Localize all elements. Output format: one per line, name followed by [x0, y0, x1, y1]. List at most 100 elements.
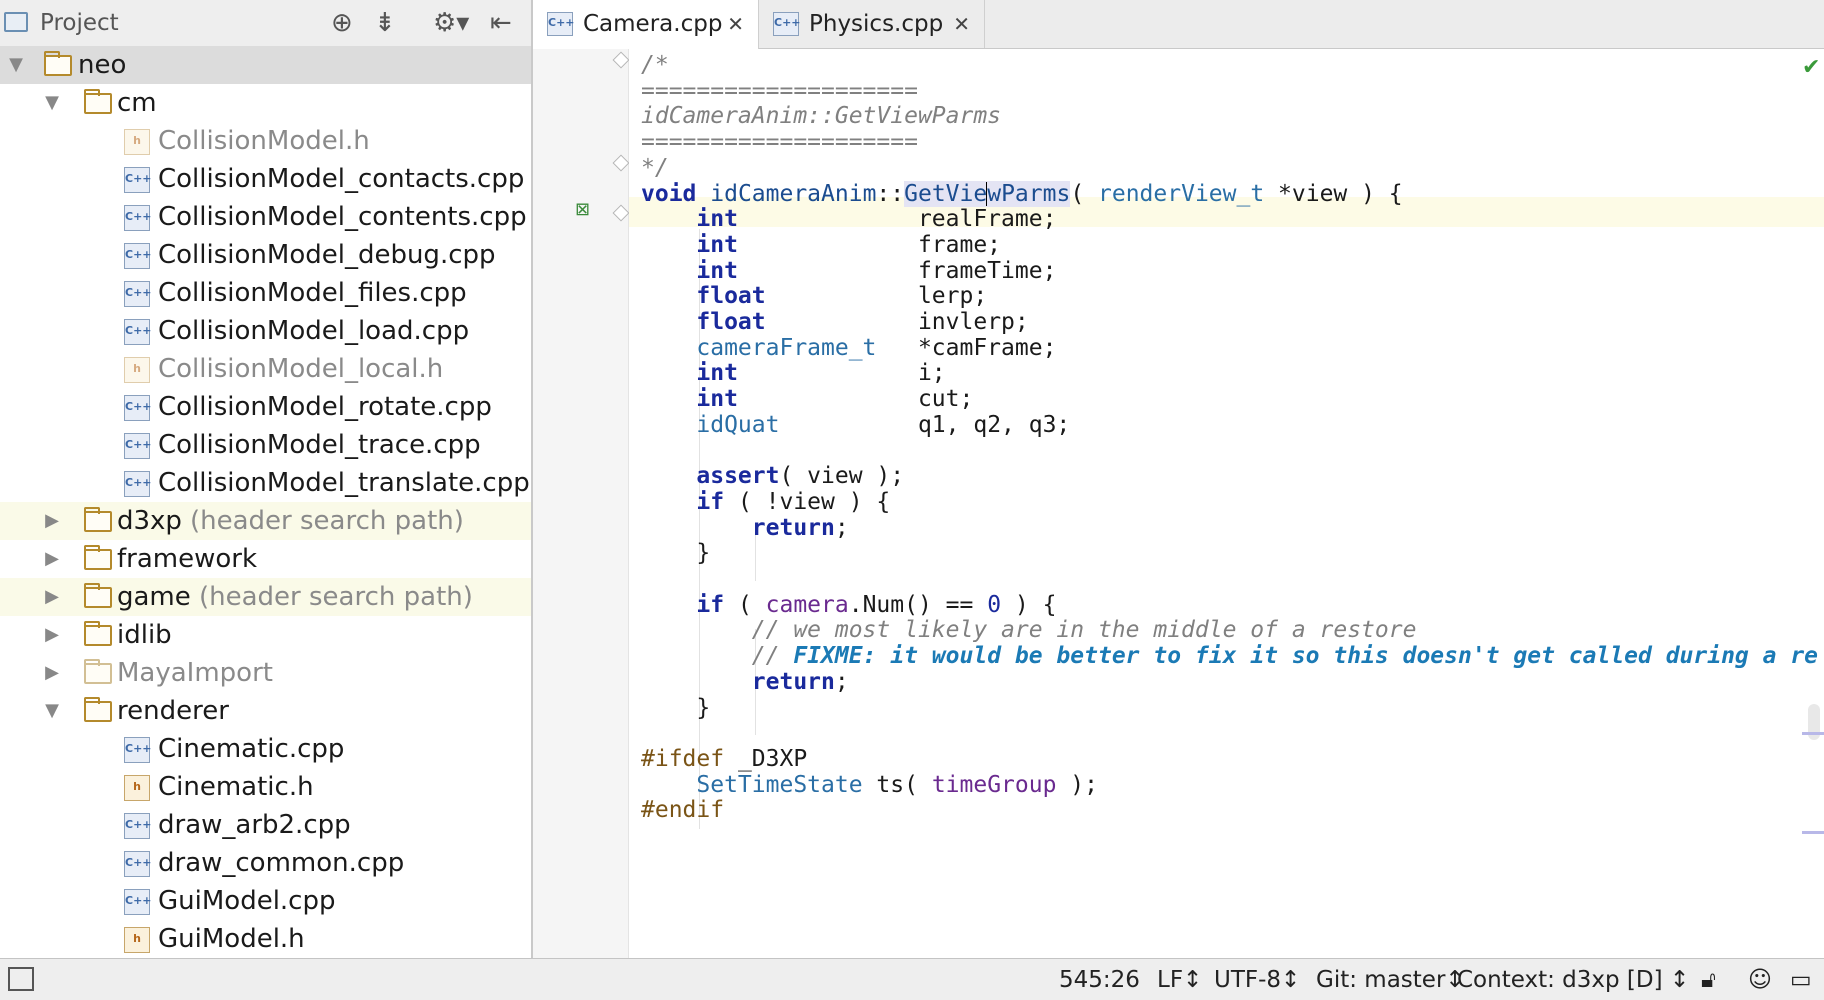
code-line[interactable]: } — [641, 538, 710, 568]
lock-icon[interactable]: 🔓︎ — [1701, 967, 1716, 993]
tree-item[interactable]: C++ CollisionModel_debug.cpp — [0, 236, 531, 274]
project-panel-title[interactable]: Project — [40, 10, 119, 36]
fold-marker-icon[interactable] — [612, 154, 630, 172]
code-line[interactable]: } — [641, 693, 710, 723]
tree-item[interactable]: h Cinematic.h — [0, 768, 531, 806]
line-ending-selector[interactable]: LF↕ — [1157, 967, 1202, 993]
fold-marker-icon[interactable] — [612, 51, 630, 69]
code-token: FIXME: it would be better to fix it so t… — [793, 643, 1819, 670]
gear-icon[interactable]: ⚙▾ — [433, 8, 469, 38]
tree-item[interactable]: C++ draw_arb2.cpp — [0, 806, 531, 844]
tree-item-label: MayaImport — [117, 658, 273, 688]
code-token: q1, q2, q3; — [779, 411, 1071, 438]
tree-item[interactable]: ▶ MayaImport — [0, 654, 531, 692]
collapse-arrow-icon[interactable]: ▶ — [42, 578, 62, 616]
tab-physics-cpp[interactable]: C++ Physics.cpp ✕ — [759, 0, 985, 48]
tree-item-label: CollisionModel_contacts.cpp — [158, 164, 525, 194]
folder-icon — [84, 583, 112, 608]
context-arrow-icon[interactable]: ↕ — [1670, 967, 1689, 993]
error-stripe[interactable]: ✔ — [1802, 49, 1824, 958]
cpp-file-icon: C++ — [124, 395, 152, 421]
tree-item-label: CollisionModel.h — [158, 126, 370, 156]
stripe-marker[interactable] — [1802, 732, 1824, 735]
project-panel-header: Project ⊕ ⇟ ⚙▾ ⇤ — [0, 0, 531, 47]
code-token: SetTimeState — [696, 771, 863, 798]
code-token: // — [751, 643, 794, 670]
fold-marker-icon[interactable] — [612, 204, 630, 222]
code-token: assert — [696, 463, 780, 490]
tree-item-label: CollisionModel_load.cpp — [158, 316, 470, 346]
tab-label: Physics.cpp — [809, 11, 944, 37]
tree-item[interactable]: ▶ d3xp (header search path) — [0, 502, 531, 540]
tree-item[interactable]: h CollisionModel.h — [0, 122, 531, 160]
code-editor[interactable]: /* ==================== idCameraAnim::GetV… — [629, 49, 1824, 958]
collapse-icon[interactable]: ⇟ — [374, 8, 396, 38]
tree-item[interactable]: C++ GuiModel.cpp — [0, 882, 531, 920]
tree-item-label: CollisionModel_files.cpp — [158, 278, 467, 308]
tree-item[interactable]: C++ CollisionModel_contacts.cpp — [0, 160, 531, 198]
tree-item-label: CollisionModel_translate.cpp — [158, 468, 530, 498]
code-line[interactable]: idQuat q1, q2, q3; — [641, 410, 1070, 440]
cpp-file-icon: C++ — [124, 319, 152, 345]
tree-item[interactable]: C++ CollisionModel_rotate.cpp — [0, 388, 531, 426]
close-icon[interactable]: ✕ — [953, 0, 970, 48]
code-token: return — [751, 668, 835, 695]
tree-item-label: renderer — [117, 696, 229, 726]
tree-item[interactable]: ▶ idlib — [0, 616, 531, 654]
code-token: timeGroup — [931, 771, 1057, 798]
tree-item-label: draw_arb2.cpp — [158, 810, 351, 840]
tab-label: Camera.cpp — [583, 11, 723, 37]
tool-windows-icon[interactable] — [8, 967, 34, 991]
code-token: int — [696, 231, 738, 258]
expand-arrow-icon[interactable]: ▼ — [6, 46, 26, 84]
tree-item[interactable]: C++ CollisionModel_load.cpp — [0, 312, 531, 350]
expand-arrow-icon[interactable]: ▼ — [42, 84, 62, 122]
expand-arrow-icon[interactable]: ▼ — [42, 692, 62, 730]
code-token: return — [751, 514, 835, 541]
crosshair-icon[interactable]: ⊕ — [331, 8, 353, 38]
code-token: ( !view ) { — [724, 488, 891, 515]
tree-item[interactable]: C++ CollisionModel_contents.cpp — [0, 198, 531, 236]
encoding-selector[interactable]: UTF-8↕ — [1214, 967, 1300, 993]
close-icon[interactable]: ✕ — [727, 0, 744, 48]
tree-item[interactable]: C++ CollisionModel_trace.cpp — [0, 426, 531, 464]
collapse-arrow-icon[interactable]: ▶ — [42, 502, 62, 540]
collapse-arrow-icon[interactable]: ▶ — [42, 540, 62, 578]
git-branch-selector[interactable]: Git: master↕ — [1316, 967, 1465, 993]
tree-item[interactable]: ▶ game (header search path) — [0, 578, 531, 616]
code-line[interactable]: ==================== — [641, 127, 918, 157]
stripe-marker[interactable] — [1802, 831, 1824, 834]
code-token: if — [696, 488, 725, 515]
project-view-icon[interactable] — [4, 12, 28, 32]
tree-item-label: game — [117, 582, 191, 612]
collapse-arrow-icon[interactable]: ▶ — [42, 616, 62, 654]
tab-camera-cpp[interactable]: C++ Camera.cpp ✕ — [533, 0, 759, 49]
code-token: realFrame; — [737, 206, 1057, 233]
caret-position[interactable]: 545:26 — [1059, 967, 1140, 993]
tree-item[interactable]: h GuiModel.h — [0, 920, 531, 958]
tree-item[interactable]: C++ Cinematic.cpp — [0, 730, 531, 768]
tree-item[interactable]: ▼ cm — [0, 84, 531, 122]
inspector-icon[interactable]: ☺ — [1748, 967, 1772, 993]
tree-item[interactable]: ▶ framework — [0, 540, 531, 578]
tree-item-label: idlib — [117, 620, 172, 650]
override-marker-icon[interactable]: ⊠ — [575, 199, 590, 220]
tree-item[interactable]: ▼ renderer — [0, 692, 531, 730]
tree-item[interactable]: h CollisionModel_local.h — [0, 350, 531, 388]
tree-item[interactable]: C++ draw_common.cpp — [0, 844, 531, 882]
tree-item-label: d3xp — [117, 506, 182, 536]
code-line[interactable]: #endif — [641, 795, 724, 825]
tree-item[interactable]: C++ CollisionModel_translate.cpp — [0, 464, 531, 502]
code-token: i; — [737, 360, 946, 387]
tree-item[interactable]: C++ CollisionModel_files.cpp — [0, 274, 531, 312]
hide-icon[interactable]: ⇤ — [490, 8, 512, 38]
collapse-arrow-icon[interactable]: ▶ — [42, 654, 62, 692]
editor-gutter[interactable]: ⊠ — [533, 49, 630, 958]
context-selector[interactable]: Context: d3xp [D] — [1457, 967, 1663, 993]
tree-item[interactable]: ▼ neo — [0, 46, 531, 84]
chat-icon[interactable]: ▭ — [1790, 967, 1812, 993]
code-token: float — [696, 309, 766, 335]
